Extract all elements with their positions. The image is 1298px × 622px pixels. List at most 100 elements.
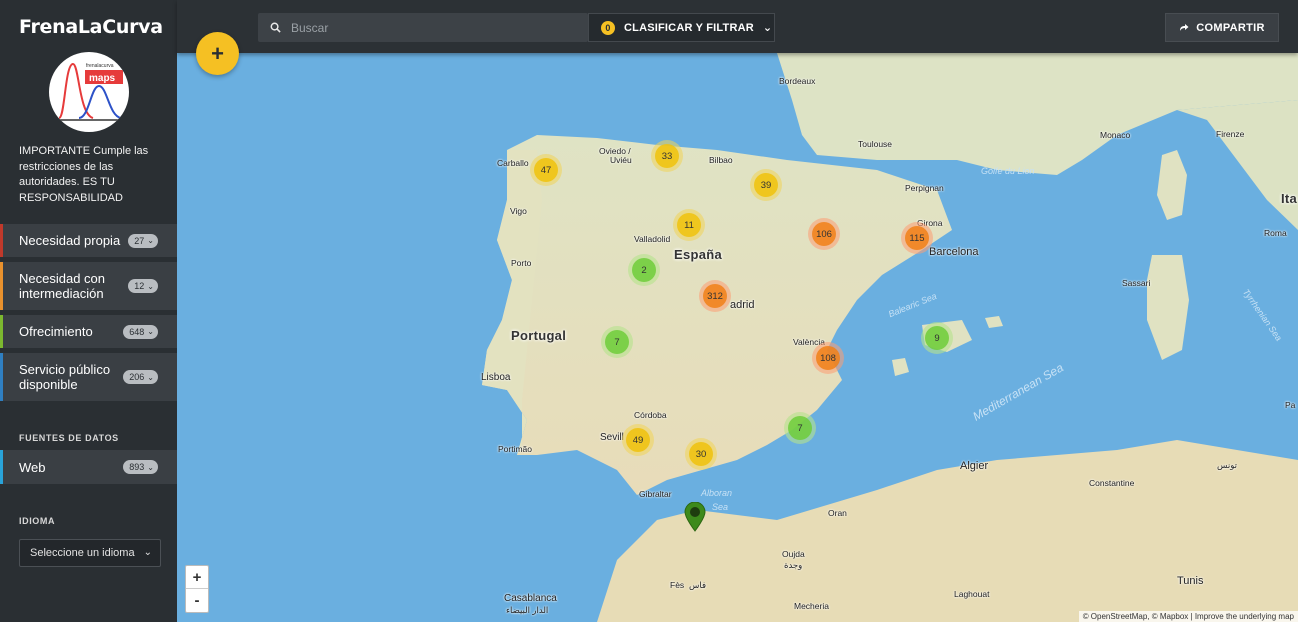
brand-title[interactable]: FrenaLaCurva	[0, 0, 177, 44]
source-label: Web	[19, 459, 46, 475]
city-label: Tunis	[1177, 575, 1204, 587]
sea-label: Alboran	[701, 488, 733, 498]
map-cluster[interactable]: 7	[784, 412, 816, 444]
zoom-out-button[interactable]: -	[186, 589, 208, 612]
city-label: Pa	[1285, 400, 1296, 410]
city-label: Bordeaux	[779, 76, 816, 86]
cluster-count: 47	[534, 158, 558, 182]
map[interactable]: España Portugal Ita Bordeaux Toulouse Mo…	[177, 0, 1298, 622]
count-badge[interactable]: 27 ⌄	[128, 233, 158, 248]
chevron-down-icon: ⌄	[147, 372, 154, 382]
category-servicio-publico[interactable]: Servicio público disponible 206 ⌄	[0, 353, 177, 401]
chevron-down-icon: ⌄	[143, 547, 152, 558]
city-label: Lisboa	[481, 372, 511, 383]
filter-button[interactable]: 0 CLASIFICAR Y FILTRAR ⌄	[588, 13, 775, 42]
map-cluster[interactable]: 39	[750, 169, 782, 201]
add-button[interactable]: +	[196, 32, 239, 75]
cluster-count: 115	[905, 226, 929, 250]
count-value: 12	[134, 281, 145, 291]
map-cluster[interactable]: 30	[685, 438, 717, 470]
city-label: Monaco	[1100, 130, 1131, 140]
city-label: Gibraltar	[639, 489, 672, 499]
count-badge[interactable]: 648 ⌄	[123, 324, 158, 339]
cluster-count: 312	[703, 284, 727, 308]
map-attribution[interactable]: © OpenStreetMap, © Mapbox | Improve the …	[1078, 611, 1298, 622]
map-cluster[interactable]: 108	[812, 342, 844, 374]
country-label-portugal: Portugal	[511, 328, 567, 343]
language-title: IDIOMA	[19, 516, 56, 526]
count-value: 893	[129, 462, 145, 472]
zoom-in-button[interactable]: +	[186, 566, 208, 589]
map-cluster[interactable]: 312	[699, 280, 731, 312]
city-label: Porto	[511, 258, 532, 268]
category-label: Necesidad con intermediación	[19, 271, 105, 301]
map-basemap	[482, 53, 1298, 622]
category-necesidad-intermediacion[interactable]: Necesidad con intermediación 12 ⌄	[0, 262, 177, 310]
city-label: Sevill	[600, 432, 624, 443]
count-badge[interactable]: 12 ⌄	[128, 279, 158, 293]
cluster-count: 49	[626, 428, 650, 452]
cluster-count: 39	[754, 173, 778, 197]
map-cluster[interactable]: 106	[808, 218, 840, 250]
cluster-count: 30	[689, 442, 713, 466]
cluster-count: 11	[677, 213, 701, 237]
city-label: Sassari	[1122, 278, 1151, 288]
map-cluster[interactable]: 33	[651, 140, 683, 172]
count-value: 27	[134, 235, 145, 246]
category-ofrecimiento[interactable]: Ofrecimiento 648 ⌄	[0, 315, 177, 348]
country-label-spain: España	[674, 247, 723, 262]
category-necesidad-propia[interactable]: Necesidad propia 27 ⌄	[0, 224, 177, 257]
cluster-count: 33	[655, 144, 679, 168]
svg-text:frenalacurva: frenalacurva	[86, 63, 114, 69]
count-value: 648	[129, 326, 145, 337]
share-button[interactable]: COMPARTIR	[1165, 13, 1279, 42]
count-value: 206	[129, 372, 145, 382]
cluster-count: 7	[605, 330, 629, 354]
notice-text: IMPORTANTE Cumple las restricciones de l…	[19, 145, 149, 204]
city-label: Vigo	[510, 206, 527, 216]
map-cluster[interactable]: 47	[530, 154, 562, 186]
share-label: COMPARTIR	[1196, 21, 1265, 34]
language-select[interactable]: Seleccione un idioma ⌄	[19, 539, 161, 567]
city-label: تونس	[1217, 460, 1237, 470]
city-label: Valladolid	[634, 234, 671, 244]
city-label: Oujda	[782, 549, 805, 559]
city-label: Constantine	[1089, 478, 1135, 488]
language-select-value: Seleccione un idioma	[30, 547, 135, 559]
city-label: Bilbao	[709, 155, 733, 165]
city-label: adrid	[730, 299, 755, 311]
map-cluster[interactable]: 49	[622, 424, 654, 456]
filter-label: CLASIFICAR Y FILTRAR	[624, 21, 754, 34]
city-label: Barcelona	[929, 246, 979, 258]
chevron-down-icon: ⌄	[147, 236, 154, 245]
count-badge[interactable]: 206 ⌄	[123, 370, 158, 384]
search-input[interactable]	[291, 20, 571, 35]
city-label: Uviéu	[610, 155, 632, 165]
map-cluster[interactable]: 9	[921, 322, 953, 354]
city-label: Portimão	[498, 444, 533, 454]
cluster-count: 7	[788, 416, 812, 440]
city-label: Casablanca	[504, 593, 557, 604]
chevron-down-icon: ⌄	[147, 281, 154, 291]
city-label: Laghouat	[954, 589, 990, 599]
cluster-count: 106	[812, 222, 836, 246]
city-label: Algier	[960, 460, 989, 472]
city-label: فاس	[689, 580, 707, 590]
count-badge[interactable]: 893 ⌄	[123, 460, 158, 474]
map-cluster[interactable]: 11	[673, 209, 705, 241]
map-cluster[interactable]: 115	[901, 222, 933, 254]
svg-text:maps: maps	[89, 73, 116, 84]
share-icon	[1180, 24, 1189, 31]
sidebar: FrenaLaCurva frenalacurva maps IMPORTANT…	[0, 0, 177, 622]
city-label: Firenze	[1216, 129, 1245, 139]
chevron-down-icon: ⌄	[762, 22, 773, 34]
search-box[interactable]	[258, 13, 588, 42]
city-label: Roma	[1264, 228, 1287, 238]
source-web[interactable]: Web 893 ⌄	[0, 450, 177, 484]
map-marker-pin-icon[interactable]	[684, 502, 706, 532]
city-label: Toulouse	[858, 139, 893, 149]
cluster-count: 9	[925, 326, 949, 350]
map-cluster[interactable]: 2	[628, 254, 660, 286]
map-cluster[interactable]: 7	[601, 326, 633, 358]
city-label: الدار البيضاء	[506, 605, 549, 615]
